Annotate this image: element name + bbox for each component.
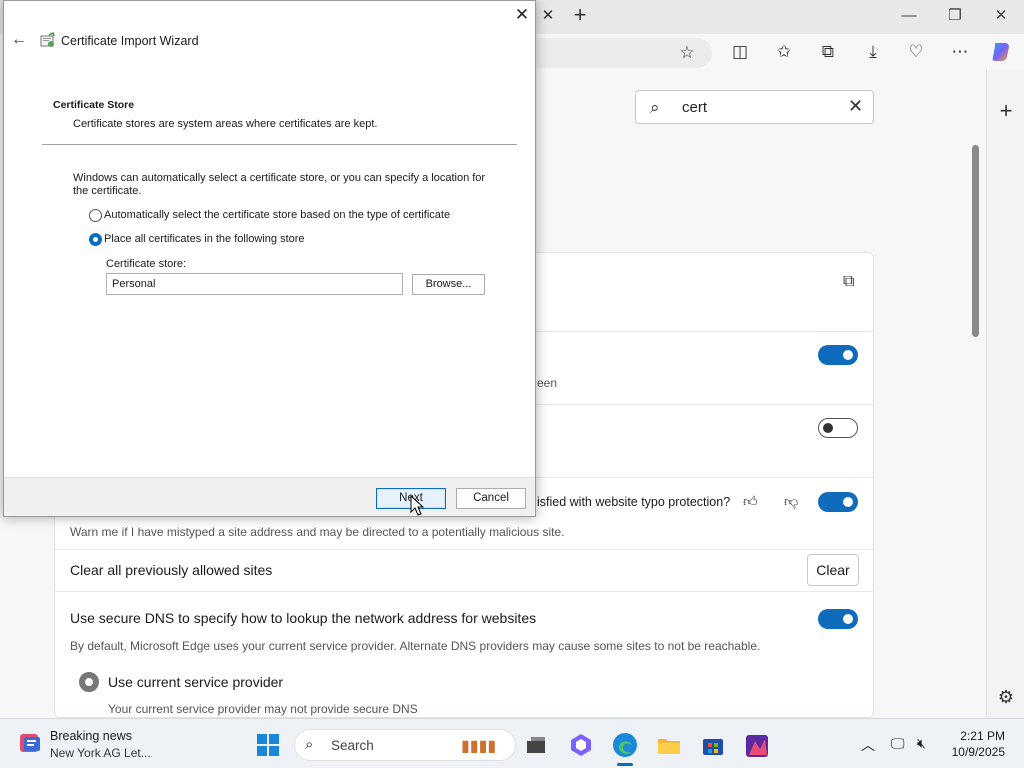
wizard-description: Windows can automatically select a certi… xyxy=(73,172,486,197)
certificate-store-label: Certificate store: xyxy=(106,258,187,270)
auto-select-store-label[interactable]: Automatically select the certificate sto… xyxy=(104,209,450,221)
volume-muted-icon[interactable]: 🔇︎ xyxy=(917,735,926,752)
mouse-cursor-icon xyxy=(410,495,424,516)
back-arrow-icon[interactable]: ← xyxy=(10,31,28,49)
certificate-import-wizard-dialog: ✕ ← Certificate Import Wizard Certificat… xyxy=(3,0,536,517)
dialog-footer: Next Cancel xyxy=(4,477,535,516)
settings-search-box[interactable]: ⌕ cert ✕ xyxy=(635,90,874,124)
show-hidden-icons-chevron-icon[interactable]: ︿ xyxy=(861,735,875,755)
auto-select-store-radio[interactable] xyxy=(89,209,102,222)
news-widget-icon[interactable] xyxy=(18,731,42,755)
browser-essentials-icon[interactable]: ♡ xyxy=(905,41,927,63)
sidebar-settings-icon[interactable]: ⚙ xyxy=(995,686,1017,708)
typo-feedback-question: isfied with website typo protection? xyxy=(537,495,731,509)
dialog-close-icon[interactable]: ✕ xyxy=(512,5,532,25)
copilot-app-icon[interactable] xyxy=(567,731,595,759)
typo-protection-description: Warn me if I have mistyped a site addres… xyxy=(70,525,565,539)
active-app-indicator xyxy=(617,763,633,766)
secure-dns-title: Use secure DNS to specify how to lookup … xyxy=(70,610,537,626)
network-icon[interactable]: 🖵 xyxy=(891,735,905,752)
header-divider xyxy=(42,144,517,145)
copilot-icon[interactable] xyxy=(990,39,1016,65)
use-current-provider-label: Use current service provider xyxy=(108,674,284,690)
edge-app-icon[interactable] xyxy=(611,731,639,759)
secure-dns-toggle[interactable] xyxy=(818,609,858,629)
address-bar[interactable]: ☆ xyxy=(520,38,712,68)
favorite-star-icon[interactable]: ☆ xyxy=(676,42,698,64)
collections-icon[interactable]: ⧉ xyxy=(817,41,839,63)
cancel-button[interactable]: Cancel xyxy=(456,488,526,509)
secure-dns-description: By default, Microsoft Edge uses your cur… xyxy=(70,639,761,653)
partial-setting-text: een xyxy=(537,376,558,390)
news-widget-title[interactable]: Breaking news xyxy=(50,729,132,743)
certificate-wizard-icon xyxy=(39,31,57,50)
search-highlight-icon: ▮▮▮▮ xyxy=(461,738,497,755)
place-in-store-radio[interactable] xyxy=(89,233,102,246)
thumbs-down-icon[interactable]: 👎︎ xyxy=(784,493,798,510)
thumbs-up-icon[interactable]: 👍︎ xyxy=(743,493,758,510)
microsoft-store-icon[interactable] xyxy=(699,731,727,759)
use-current-provider-radio[interactable] xyxy=(79,672,99,692)
typo-protection-toggle[interactable] xyxy=(818,492,858,512)
new-tab-button[interactable]: + xyxy=(568,4,592,28)
game-app-icon[interactable] xyxy=(743,731,771,759)
place-in-store-label[interactable]: Place all certificates in the following … xyxy=(104,233,305,245)
task-view-icon[interactable] xyxy=(522,731,550,759)
clock-date[interactable]: 10/9/2025 xyxy=(949,745,1005,759)
edge-sidebar: + ⚙ xyxy=(986,70,1024,718)
news-widget-subtitle[interactable]: New York AG Let... xyxy=(50,746,151,760)
taskbar-search-box[interactable]: ⌕ Search ▮▮▮▮ xyxy=(294,729,516,761)
clock-time[interactable]: 2:21 PM xyxy=(959,729,1005,743)
start-button[interactable] xyxy=(256,733,280,757)
favorites-icon[interactable]: ✩ xyxy=(773,41,795,63)
clear-search-icon[interactable]: ✕ xyxy=(848,96,863,117)
wizard-page-subheading: Certificate stores are system areas wher… xyxy=(73,118,378,130)
dialog-title: Certificate Import Wizard xyxy=(61,34,199,48)
row-divider xyxy=(55,549,873,550)
open-external-icon[interactable]: ⧉ xyxy=(843,273,854,291)
window-close-button[interactable]: ✕ xyxy=(986,4,1016,28)
windows-taskbar: Breaking news New York AG Let... ⌕ Searc… xyxy=(0,718,1024,768)
page-scrollbar[interactable] xyxy=(972,145,979,337)
wizard-page-heading: Certificate Store xyxy=(53,99,135,111)
minimize-button[interactable]: — xyxy=(894,4,924,28)
current-provider-description: Your current service provider may not pr… xyxy=(108,702,418,716)
restore-button[interactable]: ❐ xyxy=(940,4,970,28)
file-explorer-icon[interactable] xyxy=(655,731,683,759)
search-icon: ⌕ xyxy=(305,736,314,753)
certificate-store-field[interactable] xyxy=(106,273,403,295)
add-sidebar-app-icon[interactable]: + xyxy=(995,100,1017,122)
clear-allowed-sites-label: Clear all previously allowed sites xyxy=(70,562,273,578)
downloads-icon[interactable]: ⤓ xyxy=(862,41,884,63)
settings-search-input[interactable]: cert xyxy=(682,99,707,116)
search-icon: ⌕ xyxy=(650,98,660,117)
row-divider xyxy=(55,591,873,592)
split-screen-icon[interactable]: ◫ xyxy=(729,41,751,63)
tab-close-icon[interactable]: ✕ xyxy=(538,6,558,26)
more-options-icon[interactable]: ⋯ xyxy=(949,41,971,63)
setting-toggle-1[interactable] xyxy=(818,345,858,365)
browse-button[interactable]: Browse... xyxy=(412,274,485,295)
setting-toggle-2[interactable] xyxy=(818,418,858,438)
taskbar-search-label: Search xyxy=(331,738,374,753)
clear-allowed-sites-button[interactable]: Clear xyxy=(807,554,859,586)
